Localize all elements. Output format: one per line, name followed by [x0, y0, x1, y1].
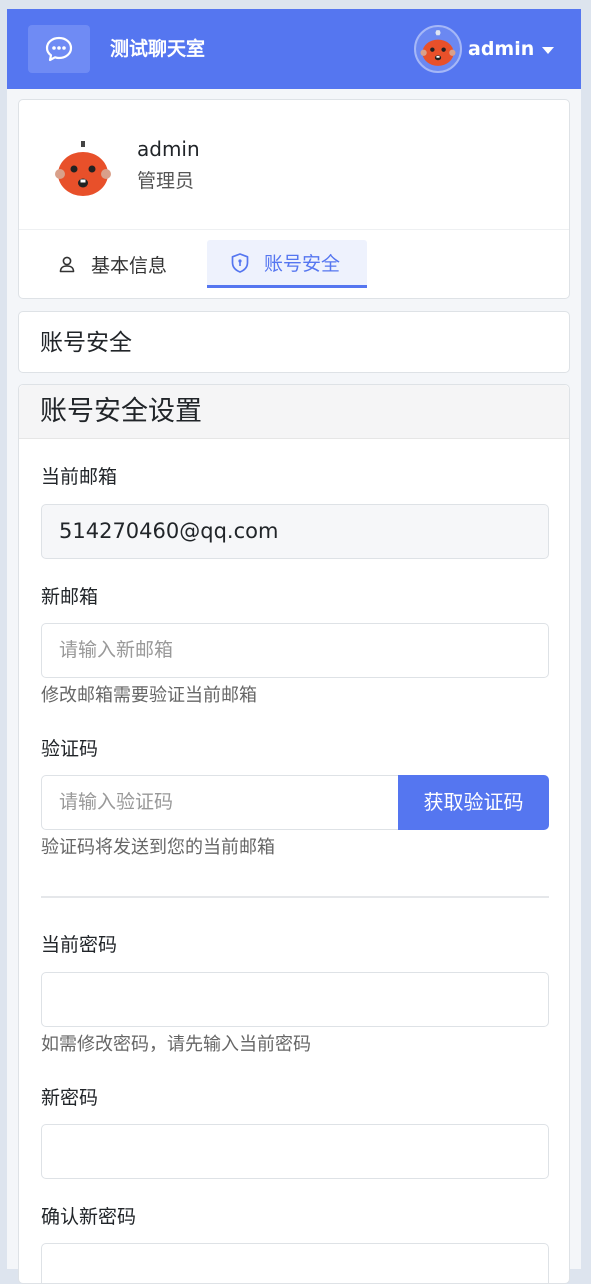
profile-divider — [19, 229, 569, 230]
new-email-hint: 修改邮箱需要验证当前邮箱 — [41, 685, 257, 706]
current-password-hint: 如需修改密码，请先输入当前密码 — [41, 1034, 311, 1055]
tab-account-security[interactable]: 账号安全 — [207, 240, 367, 288]
new-password-input[interactable] — [41, 1124, 549, 1179]
get-code-button[interactable]: 获取验证码 — [398, 775, 549, 830]
form-header: 账号安全设置 — [19, 385, 569, 439]
confirm-password-input[interactable] — [41, 1243, 549, 1283]
avatar — [414, 25, 462, 73]
form-divider — [41, 896, 549, 898]
new-email-input[interactable]: 请输入新邮箱 — [41, 623, 549, 678]
confirm-password-label: 确认新密码 — [41, 1206, 137, 1228]
robot-avatar-icon — [420, 30, 456, 66]
security-form-card: 账号安全设置 当前邮箱 514270460@qq.com 新邮箱 请输入新邮箱 … — [18, 384, 570, 1284]
shield-icon — [231, 252, 249, 273]
section-title: 账号安全 — [40, 330, 132, 356]
brand-title[interactable]: 测试聊天室 — [110, 36, 205, 62]
tab-basic-info[interactable]: 基本信息 — [57, 240, 167, 288]
form-title: 账号安全设置 — [40, 396, 202, 427]
new-password-label: 新密码 — [41, 1087, 99, 1109]
chat-bubble-icon — [45, 36, 73, 62]
nav-username: admin — [468, 38, 535, 60]
profile-name: admin — [137, 137, 200, 161]
current-email-field: 514270460@qq.com — [41, 504, 549, 559]
code-label: 验证码 — [41, 738, 99, 760]
current-password-label: 当前密码 — [41, 934, 118, 956]
user-icon — [59, 256, 75, 273]
top-navbar: 测试聊天室 admin — [7, 9, 581, 89]
user-menu-toggle[interactable]: admin — [414, 25, 555, 73]
profile-avatar — [55, 141, 111, 196]
profile-card: admin 管理员 基本信息 账号安全 — [18, 99, 570, 299]
app-frame: 测试聊天室 admin admin 管理员 基本信息 账号安全 账号安全 账号安… — [7, 9, 581, 1284]
profile-role: 管理员 — [137, 170, 195, 192]
current-email-label: 当前邮箱 — [41, 466, 118, 488]
new-email-label: 新邮箱 — [41, 586, 99, 608]
tab-label: 基本信息 — [91, 254, 168, 277]
code-hint: 验证码将发送到您的当前邮箱 — [41, 837, 275, 858]
code-input[interactable]: 请输入验证码 — [41, 775, 399, 830]
section-header-card: 账号安全 — [18, 311, 570, 373]
tab-label: 账号安全 — [264, 253, 341, 275]
current-password-input[interactable] — [41, 972, 549, 1027]
chat-button[interactable] — [28, 25, 90, 73]
caret-down-icon — [542, 46, 555, 54]
